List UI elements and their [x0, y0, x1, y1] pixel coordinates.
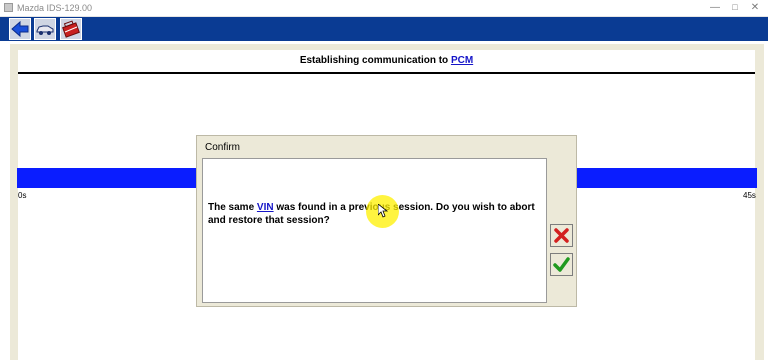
progress-end-label: 45s [743, 191, 756, 200]
page-title: Establishing communication to PCM [18, 55, 755, 69]
minimize-button[interactable]: — [708, 1, 722, 14]
checkmark-icon [553, 257, 570, 272]
vehicle-button[interactable] [34, 18, 56, 40]
mouse-cursor-icon [378, 204, 388, 218]
x-icon [554, 228, 569, 243]
vehicle-icon [36, 25, 54, 35]
window-title: Mazda IDS-129.00 [17, 3, 93, 13]
pcm-link[interactable]: PCM [451, 55, 473, 66]
toolbox-icon [62, 20, 80, 38]
dialog-message-text-start: The same [208, 202, 257, 213]
header-divider [18, 72, 755, 74]
progress-start-label: 0s [18, 191, 27, 200]
dialog-message-area: The same VIN was found in a previous ses… [202, 158, 547, 303]
toolbar [0, 17, 768, 41]
vin-link[interactable]: VIN [257, 202, 274, 213]
window-title-bar: Mazda IDS-129.00 — □ ✕ [0, 0, 768, 17]
maximize-button[interactable]: □ [728, 1, 742, 14]
abort-button[interactable] [550, 224, 573, 247]
close-window-button[interactable]: ✕ [748, 1, 762, 14]
confirm-button[interactable] [550, 253, 573, 276]
dialog-title: Confirm [205, 142, 241, 153]
page-title-text: Establishing communication to [299, 55, 451, 66]
back-button[interactable] [9, 18, 31, 40]
toolbox-button[interactable] [60, 18, 82, 40]
back-arrow-icon [11, 20, 29, 38]
app-icon [4, 3, 13, 12]
